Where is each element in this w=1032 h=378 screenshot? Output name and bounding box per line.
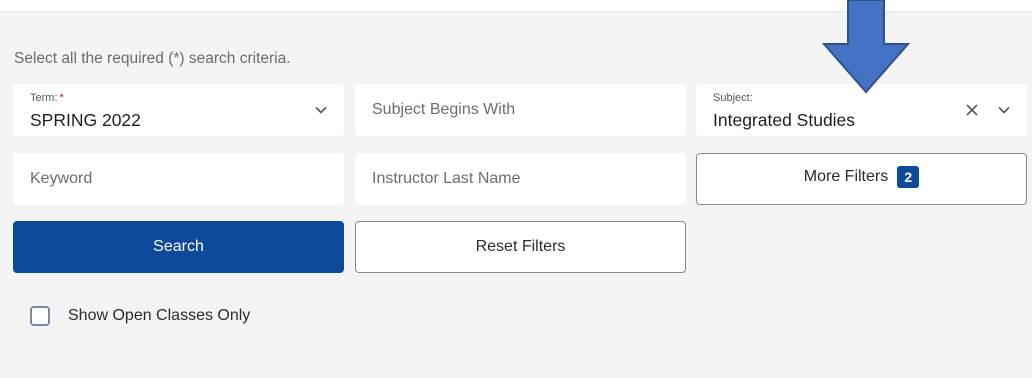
- open-classes-checkbox[interactable]: [30, 306, 50, 326]
- subject-begins-with-placeholder: Subject Begins With: [372, 101, 516, 118]
- keyword-placeholder: Keyword: [30, 170, 93, 187]
- reset-filters-label: Reset Filters: [475, 238, 566, 255]
- chevron-down-icon[interactable]: [313, 102, 329, 118]
- clear-x-icon[interactable]: [964, 102, 980, 118]
- term-select[interactable]: Term: * SPRING 2022: [13, 84, 344, 136]
- more-filters-label: More Filters: [803, 168, 889, 185]
- instructor-placeholder: Instructor Last Name: [372, 170, 521, 187]
- filter-count-badge: 2: [897, 166, 920, 188]
- open-classes-row: Show Open Classes Only: [30, 306, 250, 326]
- subject-begins-with-input[interactable]: Subject Begins With: [355, 84, 686, 136]
- term-label: Term: *: [30, 92, 64, 104]
- reset-filters-button[interactable]: Reset Filters: [355, 221, 686, 273]
- more-filters-button[interactable]: More Filters 2: [696, 153, 1027, 205]
- instructor-last-name-input[interactable]: Instructor Last Name: [355, 153, 686, 205]
- chevron-down-icon[interactable]: [996, 102, 1012, 118]
- term-value: SPRING 2022: [30, 110, 141, 130]
- subject-value: Integrated Studies: [713, 110, 856, 130]
- down-arrow-annotation: [821, 0, 911, 94]
- subject-label: Subject:: [713, 92, 753, 104]
- search-button[interactable]: Search: [13, 221, 344, 273]
- instructions-text: Select all the required (*) search crite…: [14, 50, 291, 67]
- required-mark: *: [59, 92, 64, 104]
- search-button-label: Search: [153, 238, 204, 255]
- open-classes-label: Show Open Classes Only: [68, 307, 251, 324]
- keyword-input[interactable]: Keyword: [13, 153, 344, 205]
